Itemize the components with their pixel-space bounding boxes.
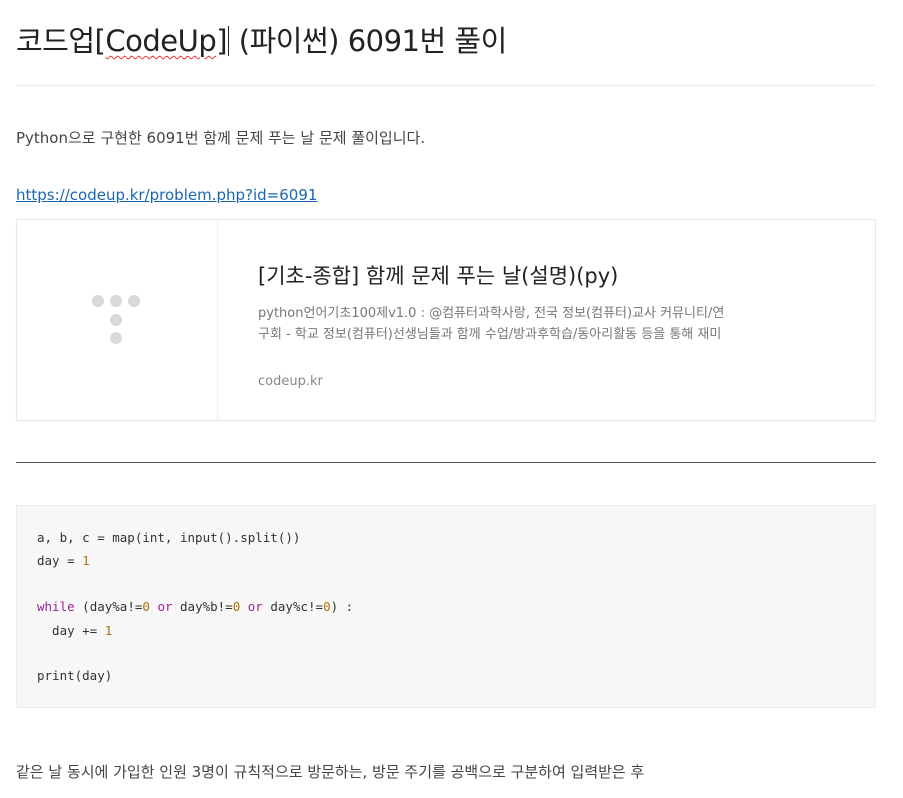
problem-link[interactable]: https://codeup.kr/problem.php?id=6091 xyxy=(16,186,317,204)
link-preview-thumbnail xyxy=(17,220,218,420)
link-preview-title: [기초-종합] 함께 문제 푸는 날(설명)(py) xyxy=(258,264,619,288)
link-preview-host: codeup.kr xyxy=(258,374,323,389)
body-paragraph: 같은 날 동시에 가입한 인원 3명이 규칙적으로 방문하는, 방문 주기를 공… xyxy=(16,763,645,781)
link-preview-card[interactable]: [기초-종합] 함께 문제 푸는 날(설명)(py) python언어기초100… xyxy=(16,219,876,421)
code-line-1: a, b, c = map(int, input().split()) xyxy=(37,530,301,545)
code-block[interactable]: a, b, c = map(int, input().split()) day … xyxy=(16,505,876,708)
text-cursor xyxy=(228,26,230,56)
code-line-3: while (day%a!=0 or day%b!=0 or day%c!=0)… xyxy=(37,599,354,614)
code-line-5: print(day) xyxy=(37,668,113,683)
title-divider xyxy=(16,85,876,86)
horizontal-rule xyxy=(16,462,876,463)
title-bracket-close: ] xyxy=(216,24,228,58)
code-line-2: day = 1 xyxy=(37,553,90,568)
post-title: 코드업[CodeUp] (파이썬) 6091번 풀이 xyxy=(16,18,507,60)
title-prefix: 코드업 xyxy=(16,24,95,58)
title-bracket-open: [ xyxy=(94,24,106,58)
title-rest: (파이썬) 6091번 풀이 xyxy=(230,24,507,58)
link-preview-description: python언어기초100제v1.0 : @컴퓨터과학사랑, 전국 정보(컴퓨터… xyxy=(258,306,725,342)
code-line-4: day += 1 xyxy=(37,623,113,638)
title-spellcheck-word[interactable]: CodeUp xyxy=(105,24,216,58)
intro-paragraph: Python으로 구현한 6091번 함께 문제 푸는 날 문제 풀이입니다. xyxy=(16,129,426,147)
